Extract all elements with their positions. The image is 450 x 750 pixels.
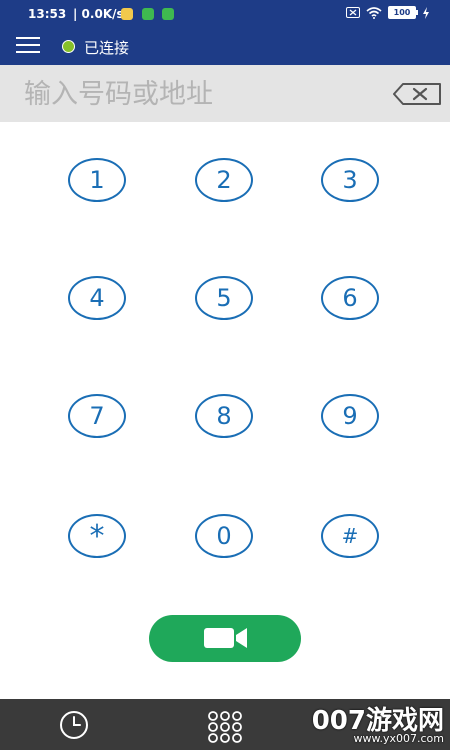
watermark-url: www.yx007.com [353,732,444,745]
key-8[interactable]: 8 [195,394,253,438]
app-bar: 已连接 [0,27,450,65]
call-history-button[interactable] [57,710,91,740]
notification-chat-icon [162,8,174,20]
connection-status-label: 已连接 [84,39,130,57]
dialpad-button[interactable] [207,711,243,743]
key-1[interactable]: 1 [68,158,126,202]
dialer-screen: 13:53 | 0.0K/s 100 已连接 输入号码或地址 1 2 3 4 5… [0,0,450,750]
video-camera-icon [204,628,247,648]
menu-icon-line [16,44,40,46]
number-input-bar [0,65,450,122]
status-bar: 13:53 | 0.0K/s 100 [0,0,450,27]
wifi-icon [366,6,382,19]
menu-button[interactable] [16,36,40,56]
key-7[interactable]: 7 [68,394,126,438]
key-hash[interactable]: # [321,514,379,558]
key-0[interactable]: 0 [195,514,253,558]
notification-wechat-icon [142,8,154,20]
video-call-button[interactable] [149,615,301,662]
status-right-icons: 100 [346,6,430,19]
status-time: 13:53 [28,7,67,21]
key-6[interactable]: 6 [321,276,379,320]
charging-icon [423,6,429,19]
menu-icon-line [16,51,40,53]
menu-icon-line [16,37,40,39]
battery-icon: 100 [388,6,418,19]
number-address-input[interactable] [22,75,366,113]
key-5[interactable]: 5 [195,276,253,320]
notification-app-icon [121,8,133,20]
sim-off-icon [346,7,360,18]
connection-status-icon [62,40,75,53]
key-9[interactable]: 9 [321,394,379,438]
key-4[interactable]: 4 [68,276,126,320]
key-2[interactable]: 2 [195,158,253,202]
key-star[interactable]: * [68,514,126,558]
status-network-speed: | 0.0K/s [73,7,124,21]
key-3[interactable]: 3 [321,158,379,202]
backspace-button[interactable] [393,82,443,106]
